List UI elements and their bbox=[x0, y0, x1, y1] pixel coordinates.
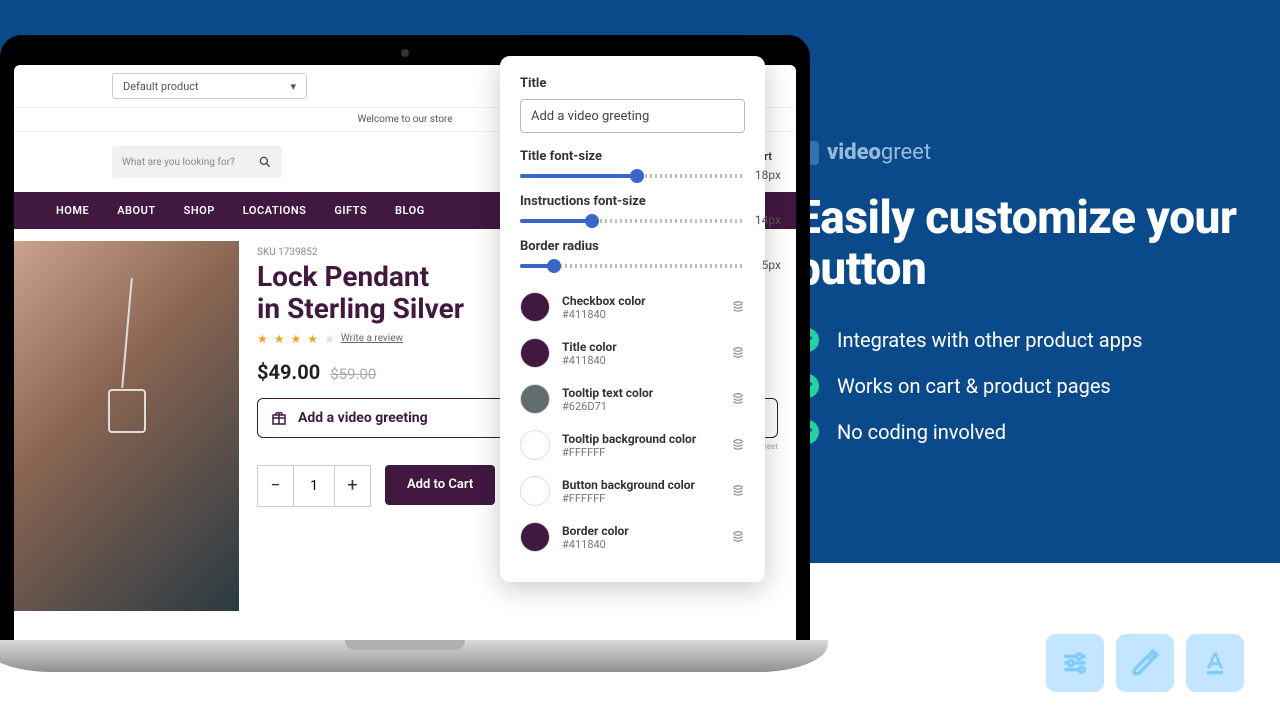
color-hex: #411840 bbox=[562, 538, 719, 551]
color-hex: #FFFFFF bbox=[562, 446, 719, 459]
title-label: Title bbox=[520, 76, 745, 91]
color-swatch[interactable] bbox=[520, 292, 550, 322]
color-hex: #411840 bbox=[562, 354, 719, 367]
color-name: Checkbox color bbox=[562, 294, 719, 308]
color-hex: #411840 bbox=[562, 308, 719, 321]
nav-item[interactable]: GIFTS bbox=[334, 204, 367, 217]
color-swatch[interactable] bbox=[520, 476, 550, 506]
title-input[interactable] bbox=[520, 99, 745, 133]
nav-item[interactable]: BLOG bbox=[395, 204, 425, 217]
color-name: Button background color bbox=[562, 478, 719, 492]
stack-icon[interactable] bbox=[731, 346, 745, 360]
color-swatch[interactable] bbox=[520, 430, 550, 460]
slider-row: Instructions font-size 14px bbox=[520, 194, 745, 223]
color-row[interactable]: Border color #411840 bbox=[520, 514, 745, 560]
feature-list: Integrates with other product apps Works… bbox=[795, 328, 1240, 444]
slider-value: 5px bbox=[762, 258, 781, 272]
stack-icon[interactable] bbox=[731, 392, 745, 406]
nav-item[interactable]: LOCATIONS bbox=[243, 204, 307, 217]
slider-label: Instructions font-size bbox=[520, 194, 745, 209]
slider-row: Border radius 5px bbox=[520, 239, 745, 268]
feature-item: Integrates with other product apps bbox=[795, 328, 1240, 352]
feature-item: Works on cart & product pages bbox=[795, 374, 1240, 398]
color-name: Title color bbox=[562, 340, 719, 354]
slider-row: Title font-size 18px bbox=[520, 149, 745, 178]
settings-card: Title Title font-size 18px Instructions … bbox=[500, 56, 765, 582]
color-name: Tooltip text color bbox=[562, 386, 719, 400]
stack-icon[interactable] bbox=[731, 438, 745, 452]
marketing-panel: videogreet Easily customize your button … bbox=[795, 140, 1240, 466]
color-row[interactable]: Tooltip background color #FFFFFF bbox=[520, 422, 745, 468]
nav-item[interactable]: HOME bbox=[56, 204, 89, 217]
color-row[interactable]: Tooltip text color #626D71 bbox=[520, 376, 745, 422]
tool-chips bbox=[1046, 634, 1244, 692]
slider-label: Title font-size bbox=[520, 149, 745, 164]
feature-item: No coding involved bbox=[795, 420, 1240, 444]
color-swatch[interactable] bbox=[520, 522, 550, 552]
color-name: Tooltip background color bbox=[562, 432, 719, 446]
sliders-icon[interactable] bbox=[1046, 634, 1104, 692]
slider-value: 14px bbox=[755, 213, 781, 227]
slider[interactable]: 18px bbox=[520, 174, 745, 178]
color-swatch[interactable] bbox=[520, 338, 550, 368]
camera-icon bbox=[401, 49, 409, 57]
color-row[interactable]: Button background color #FFFFFF bbox=[520, 468, 745, 514]
search-input[interactable]: What are you looking for? bbox=[112, 146, 282, 178]
font-icon[interactable] bbox=[1186, 634, 1244, 692]
color-hex: #626D71 bbox=[562, 400, 719, 413]
slider[interactable]: 14px bbox=[520, 219, 745, 223]
nav-item[interactable]: SHOP bbox=[184, 204, 215, 217]
search-icon bbox=[258, 155, 272, 169]
product-select[interactable]: Default product ▾ bbox=[112, 73, 307, 99]
add-to-cart-button[interactable]: Add to Cart bbox=[385, 465, 495, 505]
brand-logo: videogreet bbox=[795, 140, 1240, 165]
color-name: Border color bbox=[562, 524, 719, 538]
product-image bbox=[14, 241, 239, 611]
color-swatch[interactable] bbox=[520, 384, 550, 414]
color-row[interactable]: Checkbox color #411840 bbox=[520, 284, 745, 330]
stack-icon[interactable] bbox=[731, 300, 745, 314]
headline: Easily customize your button bbox=[795, 193, 1240, 294]
quantity-stepper[interactable]: − + bbox=[257, 465, 371, 507]
stack-icon[interactable] bbox=[731, 484, 745, 498]
slider-value: 18px bbox=[755, 168, 781, 182]
stack-icon[interactable] bbox=[731, 530, 745, 544]
laptop-base bbox=[0, 640, 828, 672]
color-row[interactable]: Title color #411840 bbox=[520, 330, 745, 376]
nav-item[interactable]: ABOUT bbox=[117, 204, 155, 217]
slider[interactable]: 5px bbox=[520, 264, 745, 268]
gift-icon bbox=[270, 409, 288, 427]
qty-decrement[interactable]: − bbox=[258, 466, 294, 506]
chevron-down-icon: ▾ bbox=[290, 80, 296, 93]
color-hex: #FFFFFF bbox=[562, 492, 719, 505]
slider-label: Border radius bbox=[520, 239, 745, 254]
write-review-link[interactable]: Write a review bbox=[341, 333, 403, 344]
qty-input[interactable] bbox=[294, 466, 334, 506]
qty-increment[interactable]: + bbox=[334, 466, 370, 506]
eyedropper-icon[interactable] bbox=[1116, 634, 1174, 692]
